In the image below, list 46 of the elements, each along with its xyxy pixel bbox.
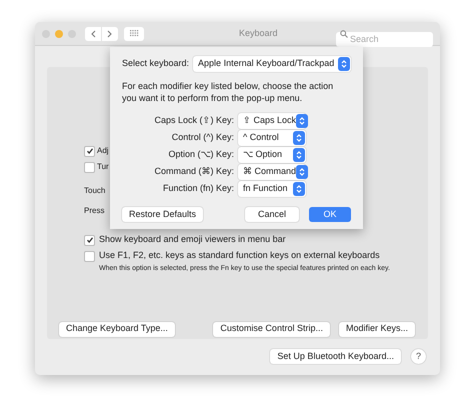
stepper-icon: [293, 131, 305, 145]
popup-menu[interactable]: ⌘ Command: [238, 164, 306, 180]
popup-menu[interactable]: ⇪ Caps Lock: [238, 113, 306, 129]
modifier-label: Command (⌘) Key:: [153, 165, 235, 178]
popup-menu[interactable]: fn Function: [238, 181, 306, 197]
modifier-label: Option (⌥) Key:: [167, 148, 235, 162]
grid-icon: [130, 30, 138, 37]
option-label: Use F1, F2, etc. keys as standard function keys on external keyboards: [99, 249, 380, 262]
back-button[interactable]: [85, 26, 101, 40]
push-button[interactable]: Restore Defaults: [122, 207, 204, 222]
option-label: Show keyboard and emoji viewers in menu bar: [99, 233, 286, 246]
description-text: For each modifier key listed below, choose the action you want it to perform from the pop-up menu.: [122, 80, 334, 104]
push-button[interactable]: Customise Control Strip...: [213, 322, 330, 336]
ok-button[interactable]: OK: [309, 207, 351, 222]
stepper-icon: [296, 114, 308, 128]
setting-label: Touch: [84, 185, 106, 197]
stepper-icon: [293, 182, 305, 196]
stepper-icon: [338, 57, 350, 71]
option-label: Tur: [97, 161, 109, 173]
help-button[interactable]: ?: [411, 349, 426, 364]
push-button[interactable]: Change Keyboard Type...: [59, 322, 175, 336]
forward-button[interactable]: [102, 26, 118, 40]
window-title: Keyboard: [239, 26, 278, 40]
select-keyboard-label: Select keyboard:: [122, 57, 190, 70]
push-button[interactable]: Cancel: [244, 207, 299, 222]
chevron-left-icon: [90, 30, 96, 38]
stepper-icon: [293, 148, 305, 162]
grid-button[interactable]: [124, 26, 144, 40]
option-label: Adj: [97, 145, 109, 157]
checkbox[interactable]: [84, 234, 95, 246]
stepper-icon: [296, 165, 308, 179]
popup-menu[interactable]: Apple Internal Keyboard/Trackpad: [193, 56, 351, 72]
checkbox[interactable]: [84, 146, 95, 156]
chevron-right-icon: [107, 30, 113, 38]
popup-menu[interactable]: ^ Control: [238, 130, 306, 146]
checkbox[interactable]: [84, 162, 95, 172]
modifier-label: Control (^) Key:: [170, 131, 235, 144]
search-field[interactable]: Search: [336, 32, 433, 46]
checkbox[interactable]: [84, 250, 95, 262]
push-button[interactable]: Modifier Keys...: [338, 322, 415, 336]
setting-label: Press: [84, 205, 104, 217]
search-icon: [340, 30, 348, 38]
modifier-label: Caps Lock (⇪) Key:: [153, 114, 235, 128]
modifier-label: Function (fn) Key:: [162, 182, 235, 196]
popup-menu[interactable]: ⌥ Option: [238, 147, 306, 163]
push-button[interactable]: Set Up Bluetooth Keyboard...: [270, 349, 401, 364]
